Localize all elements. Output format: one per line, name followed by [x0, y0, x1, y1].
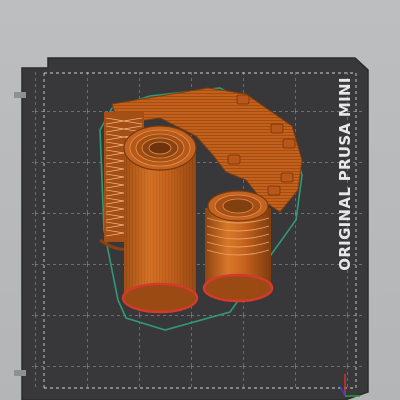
3d-viewport[interactable]: ORIGINAL PRUSA MINI: [0, 0, 400, 400]
print-bed-scene[interactable]: [0, 0, 400, 400]
tall-cylinder: [121, 125, 199, 314]
short-cylinder: [202, 190, 274, 303]
